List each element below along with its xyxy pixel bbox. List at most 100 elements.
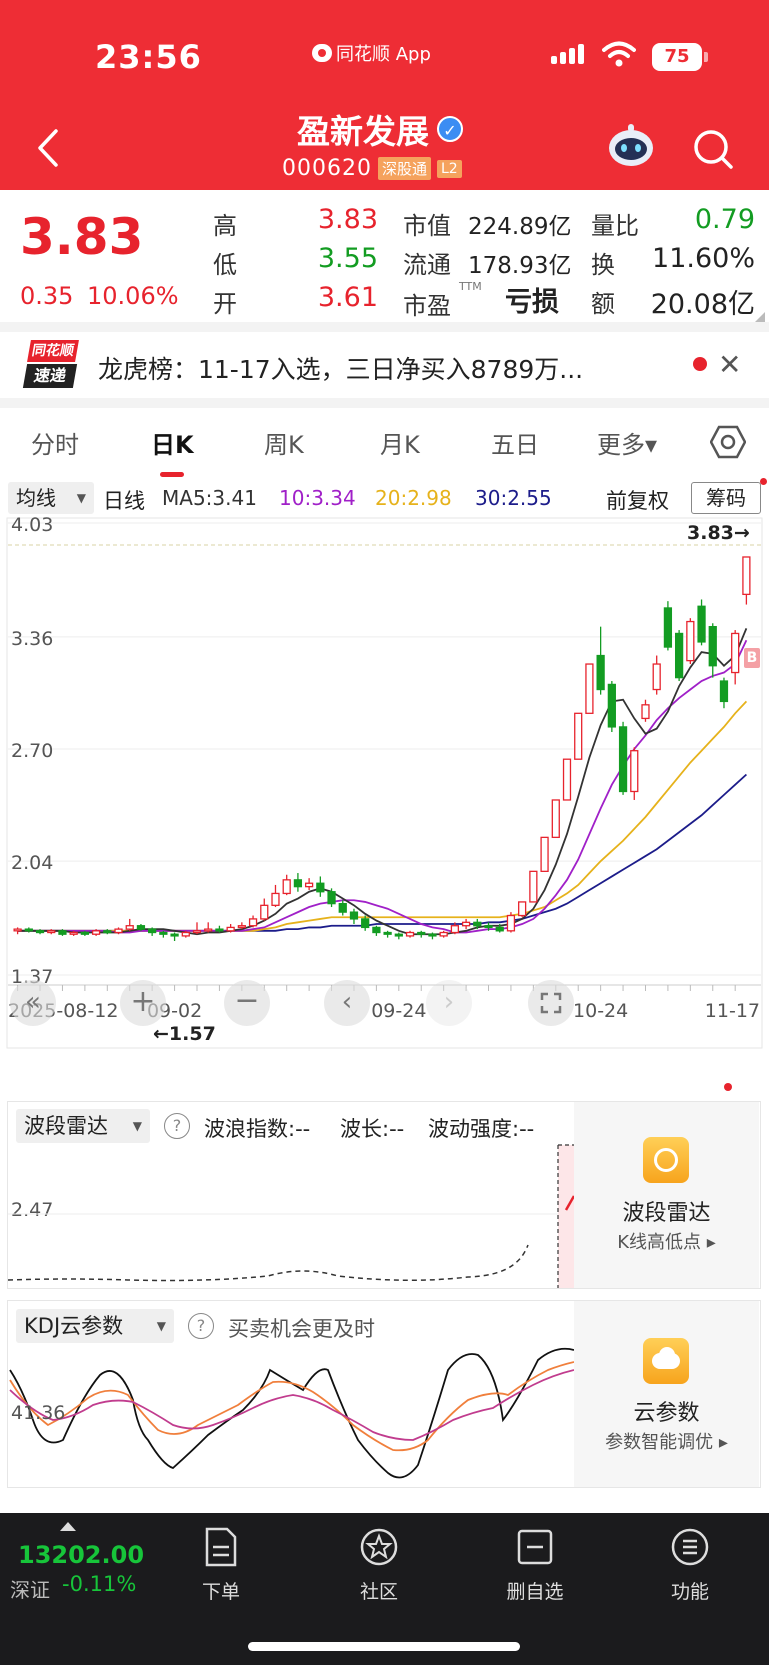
candle-body — [361, 918, 370, 929]
candle-body — [91, 930, 101, 935]
candle-body — [35, 930, 45, 934]
candle-body — [417, 931, 426, 935]
candle-body — [159, 931, 168, 935]
y-tick-label: 3.36 — [11, 628, 53, 650]
candle-body — [248, 918, 258, 927]
last-price-marker: 3.83→ — [687, 522, 750, 544]
nav-functions-label: 功能 — [670, 1581, 709, 1603]
tab-monthly-k[interactable]: 月K — [380, 425, 420, 460]
chip-distribution-button[interactable]: 筹码 — [691, 482, 761, 514]
market-tag: 深股通 — [377, 157, 431, 180]
candle-body — [674, 632, 684, 679]
tab-more[interactable]: 更多▾ — [597, 425, 657, 460]
expand-corner-icon[interactable] — [755, 312, 765, 322]
pe-value: 亏损 — [505, 287, 559, 318]
cloud-param-card-title: 云参数 — [633, 1401, 700, 1426]
chart-settings-icon[interactable] — [710, 424, 746, 460]
candle-body — [114, 928, 123, 934]
ma10-value: 10:3.34 — [279, 486, 356, 510]
price-change-pct: 10.06% — [87, 282, 179, 310]
cloud-param-card-sub: 参数智能调优 ▸ — [605, 1432, 728, 1453]
candle-body — [574, 712, 583, 760]
candle-body — [215, 928, 224, 932]
wave-radar-card[interactable]: 波段雷达 K线高低点 ▸ — [574, 1102, 759, 1288]
status-app-indicator[interactable]: 同花顺 App — [312, 40, 431, 66]
kdj-indicator-select[interactable]: KDJ云参数 — [16, 1309, 174, 1343]
ma20-value: 20:2.98 — [375, 486, 452, 510]
close-icon[interactable]: ✕ — [718, 348, 741, 381]
wifi-icon — [602, 41, 636, 67]
tab-daily-k[interactable]: 日K — [151, 425, 194, 460]
home-indicator — [248, 1642, 520, 1651]
wave-indicator-select[interactable]: 波段雷达 — [16, 1109, 150, 1143]
tab-five-day[interactable]: 五日 — [491, 425, 539, 460]
level-tag: L2 — [437, 159, 462, 178]
news-flash-logo: 同花顺 速递 — [22, 340, 80, 390]
candle-body — [316, 882, 325, 893]
scroll-start-icon[interactable]: « — [10, 980, 56, 1026]
candle-body — [529, 870, 538, 903]
remove-watchlist-icon — [517, 1529, 553, 1565]
news-headline[interactable]: 龙虎榜：11-17入选，三日净买入8789万... — [98, 350, 583, 386]
zoom-in-icon[interactable]: + — [120, 980, 166, 1026]
kline-chart[interactable]: 4.033.362.702.041.37 2025-08-12 09-02 09-2… — [0, 515, 769, 1090]
candle-body — [349, 911, 359, 920]
fullscreen-icon[interactable] — [528, 980, 574, 1026]
help-icon[interactable]: ? — [188, 1313, 214, 1339]
help-icon[interactable]: ? — [164, 1113, 190, 1139]
index-value[interactable]: 13202.00 — [18, 1541, 144, 1569]
index-expand-icon[interactable] — [60, 1522, 76, 1531]
indicator-select[interactable]: 均线 — [8, 482, 94, 514]
settings-dot — [760, 478, 767, 485]
x-tick-label: 09-24 — [371, 1000, 426, 1022]
min-price-marker: ←1.57 — [153, 1023, 216, 1045]
wave-strength: 波动强度:-- — [428, 1117, 535, 1141]
low-value: 3.55 — [317, 243, 378, 274]
candle-body — [372, 926, 381, 934]
cloud-param-card[interactable]: 云参数 参数智能调优 ▸ — [574, 1301, 759, 1487]
buy-signal-badge[interactable]: B — [744, 648, 760, 668]
back-button[interactable] — [30, 125, 66, 171]
nav-community[interactable]: 社区 — [329, 1525, 429, 1605]
candle-body — [439, 931, 448, 937]
period-label: 日线 — [103, 489, 145, 513]
unread-dot — [693, 357, 707, 371]
cellular-signal-icon — [551, 44, 584, 64]
candle-body — [125, 925, 134, 930]
scroll-right-icon[interactable]: › — [426, 980, 472, 1026]
news-logo-bottom: 速递 — [22, 364, 78, 388]
candle-body — [607, 683, 616, 728]
candle-body — [383, 931, 392, 935]
zoom-out-icon[interactable]: − — [224, 980, 270, 1026]
open-value: 3.61 — [317, 282, 378, 313]
wave-length: 波长:-- — [340, 1117, 405, 1141]
community-icon — [360, 1528, 398, 1566]
candle-body — [596, 654, 605, 691]
assistant-robot-icon[interactable] — [605, 124, 657, 168]
candle-body — [742, 556, 751, 596]
stock-name-text: 盈新发展 — [297, 112, 429, 151]
candle-body — [506, 914, 516, 932]
nav-functions[interactable]: 功能 — [640, 1525, 740, 1605]
search-icon[interactable] — [692, 128, 734, 170]
candle-body — [405, 931, 415, 937]
nav-remove-watchlist[interactable]: 删自选 — [485, 1525, 585, 1605]
price-change: 0.35 — [20, 282, 74, 310]
adjust-mode[interactable]: 前复权 — [606, 485, 669, 515]
divider — [0, 398, 769, 408]
tab-intraday[interactable]: 分时 — [31, 425, 79, 460]
ma20-line — [17, 700, 748, 932]
scroll-left-icon[interactable]: ‹ — [324, 980, 370, 1026]
candle-body — [663, 607, 673, 648]
turnover-value: 11.60% — [652, 243, 755, 274]
candle-body — [585, 663, 594, 714]
candle-body — [69, 931, 78, 935]
stock-name: 盈新发展 ✓ — [297, 105, 463, 153]
tab-weekly-k[interactable]: 周K — [264, 425, 304, 460]
nav-remove-watchlist-label: 删自选 — [506, 1581, 564, 1603]
amount-label: 额 — [591, 290, 615, 318]
kdj-y-tick: 41.36 — [11, 1402, 66, 1424]
nav-order[interactable]: 下单 — [171, 1525, 271, 1605]
candle-body — [338, 902, 347, 913]
order-icon — [205, 1527, 237, 1567]
